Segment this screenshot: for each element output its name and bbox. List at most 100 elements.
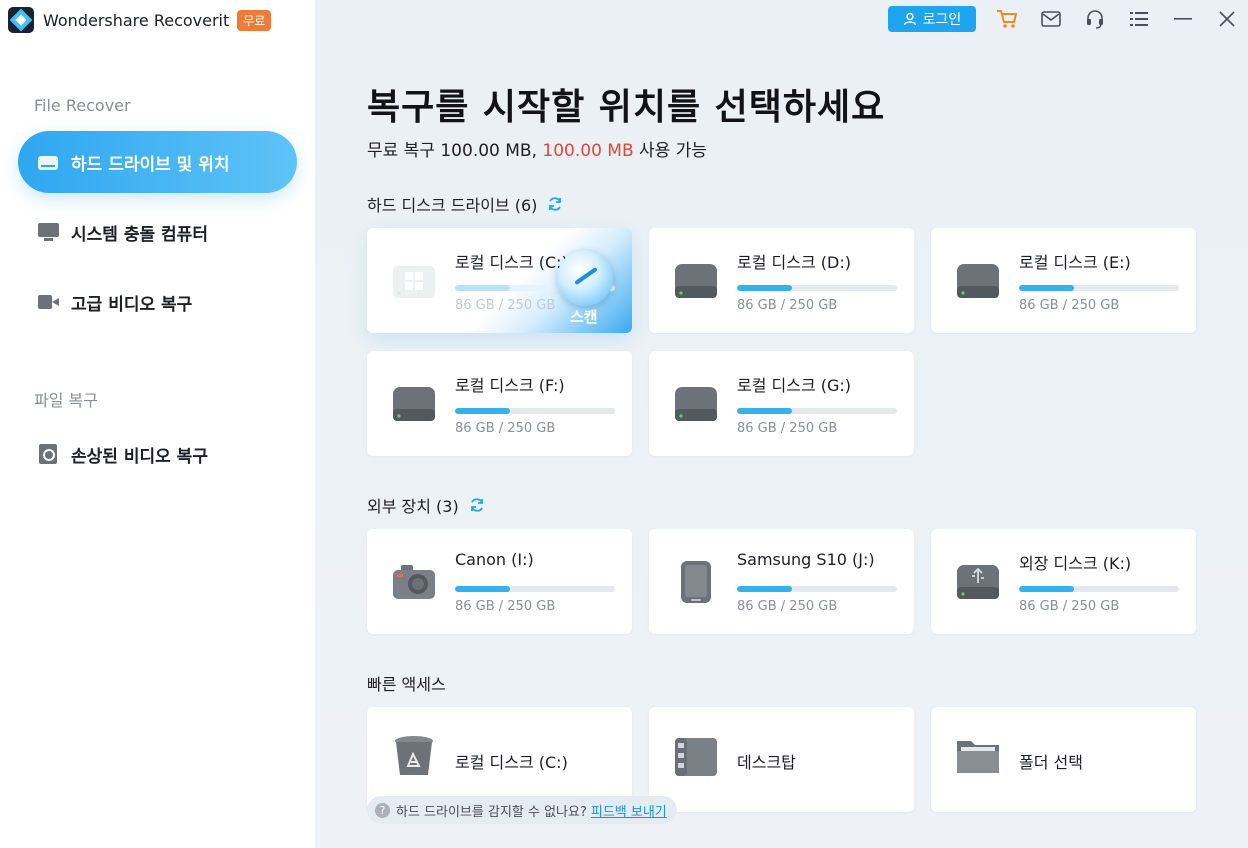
drive-usage-fill [737,408,793,414]
external-label: 외부 장치 (3) [367,497,459,516]
headset-icon[interactable] [1084,9,1106,29]
camera-icon [393,565,435,599]
feedback-question: 하드 드라이브를 감지할 수 없나요? [396,804,587,820]
login-button[interactable]: 로그인 [888,6,976,32]
sidebar-item-advanced-video[interactable]: 고급 비디오 복구 [18,271,297,333]
minimize-icon[interactable] [1172,9,1194,29]
device-name: Canon (I:) [455,550,534,569]
sidebar-item-crashed-computer[interactable]: 시스템 충돌 컴퓨터 [18,201,297,263]
device-usage-fill [1019,586,1075,592]
desktop-icon [675,738,717,776]
main-panel: 로그인 복구를 시작할 위치를 선택하세요 무료 복구 100.00 MB, 1… [315,0,1248,848]
drive-usage-fill [455,285,511,291]
external-heading: 외부 장치 (3) [367,493,485,517]
section-file-recover: File Recover [34,96,131,115]
drive-usage-bar [737,408,897,414]
drive-usage-fill [737,285,793,291]
drive-size: 86 GB / 250 GB [737,298,838,313]
device-usage-bar [455,586,615,592]
quota-available: 100.00 MB [542,141,634,161]
drive-card-d[interactable]: 로컬 디스크 (D:) 86 GB / 250 GB [649,228,914,333]
sidebar: Wondershare Recoverit 무료 File Recover 하드… [0,0,315,848]
cart-icon[interactable] [996,9,1018,29]
device-name: Samsung S10 (J:) [737,550,875,569]
quick-card-folder[interactable]: 폴더 선택 [931,707,1196,812]
sidebar-item-label: 손상된 비디오 복구 [71,446,208,467]
hard-drive-icon [38,152,60,172]
plan-badge: 무료 [237,9,272,31]
device-usage-fill [737,586,793,592]
drive-size: 86 GB / 250 GB [455,298,556,313]
drive-size: 86 GB / 250 GB [1019,298,1120,313]
menu-icon[interactable] [1128,9,1150,29]
drive-usage-fill [455,408,511,414]
device-card-samsung[interactable]: Samsung S10 (J:) 86 GB / 250 GB [649,529,914,634]
help-icon: ? [375,802,390,818]
quick-item-name: 폴더 선택 [1019,753,1083,772]
section-file-repair: 파일 복구 [34,391,98,410]
usb-drive-icon [957,565,999,599]
device-size: 86 GB / 250 GB [1019,599,1120,614]
refresh-icon[interactable] [469,497,485,513]
drive-usage-bar [1019,285,1179,291]
folder-icon [957,741,999,773]
quota-text: 무료 복구 100.00 MB, 100.00 MB 사용 가능 [367,136,707,161]
sidebar-item-label: 하드 드라이브 및 위치 [71,154,230,175]
hard-drive-icon [957,264,999,298]
device-card-external[interactable]: 외장 디스크 (K:) 86 GB / 250 GB [931,529,1196,634]
app-brand: Wondershare Recoverit 무료 [8,6,272,34]
device-usage-bar [1019,586,1179,592]
drive-usage-bar [455,408,615,414]
refresh-icon[interactable] [547,196,563,212]
drive-size: 86 GB / 250 GB [737,421,838,436]
windows-drive-icon [393,266,435,298]
drive-name: 로컬 디스크 (E:) [1019,253,1131,272]
drive-usage-bar [737,285,897,291]
monitor-icon [38,222,60,242]
quick-item-name: 데스크탑 [737,753,796,772]
device-size: 86 GB / 250 GB [455,599,556,614]
sidebar-item-video-repair[interactable]: 손상된 비디오 복구 [18,423,297,485]
drive-size: 86 GB / 250 GB [455,421,556,436]
hard-disks-heading: 하드 디스크 드라이브 (6) [367,192,563,216]
sidebar-item-label: 시스템 충돌 컴퓨터 [71,224,208,245]
feedback-bar: ? 하드 드라이브를 감지할 수 없나요? 피드백 보내기 [367,796,677,824]
hard-drive-icon [393,387,435,421]
drive-card-c[interactable]: 로컬 디스크 (C:) 86 GB / 250 GB 스캔 [367,228,632,333]
quota-prefix: 무료 복구 100.00 MB, [367,141,543,161]
device-size: 86 GB / 250 GB [737,599,838,614]
sidebar-item-label: 고급 비디오 복구 [71,294,193,315]
mail-icon[interactable] [1040,9,1062,29]
drive-name: 로컬 디스크 (D:) [737,253,851,272]
phone-icon [681,561,711,603]
drive-name: 로컬 디스크 (G:) [737,376,852,395]
drive-card-f[interactable]: 로컬 디스크 (F:) 86 GB / 250 GB [367,351,632,456]
feedback-link[interactable]: 피드백 보내기 [591,801,667,820]
drive-name: 로컬 디스크 (C:) [455,253,568,272]
scan-button[interactable]: 스캔 [570,306,598,327]
quick-card-desktop[interactable]: 데스크탑 [649,707,914,812]
sidebar-item-hard-drive[interactable]: 하드 드라이브 및 위치 [18,131,297,193]
login-label: 로그인 [922,12,962,28]
device-usage-bar [737,586,897,592]
quota-suffix: 사용 가능 [633,141,707,161]
user-icon [903,12,916,26]
drive-card-e[interactable]: 로컬 디스크 (E:) 86 GB / 250 GB [931,228,1196,333]
scan-dial-icon[interactable] [557,250,613,306]
device-name: 외장 디스크 (K:) [1019,554,1132,573]
drive-card-g[interactable]: 로컬 디스크 (G:) 86 GB / 250 GB [649,351,914,456]
drive-usage-fill [1019,285,1075,291]
device-card-canon[interactable]: Canon (I:) 86 GB / 250 GB [367,529,632,634]
hard-drive-icon [675,264,717,298]
quick-access-heading: 빠른 액세스 [367,671,446,695]
close-icon[interactable] [1216,9,1238,29]
recycle-bin-icon [395,736,433,775]
hard-drive-icon [675,387,717,421]
page-title: 복구를 시작할 위치를 선택하세요 [367,87,886,128]
hard-disks-label: 하드 디스크 드라이브 (6) [367,196,538,215]
device-usage-fill [455,586,511,592]
quick-item-name: 로컬 디스크 (C:) [455,753,568,772]
file-search-icon [38,444,60,464]
quick-access-label: 빠른 액세스 [367,675,446,694]
app-logo-icon [8,7,34,33]
